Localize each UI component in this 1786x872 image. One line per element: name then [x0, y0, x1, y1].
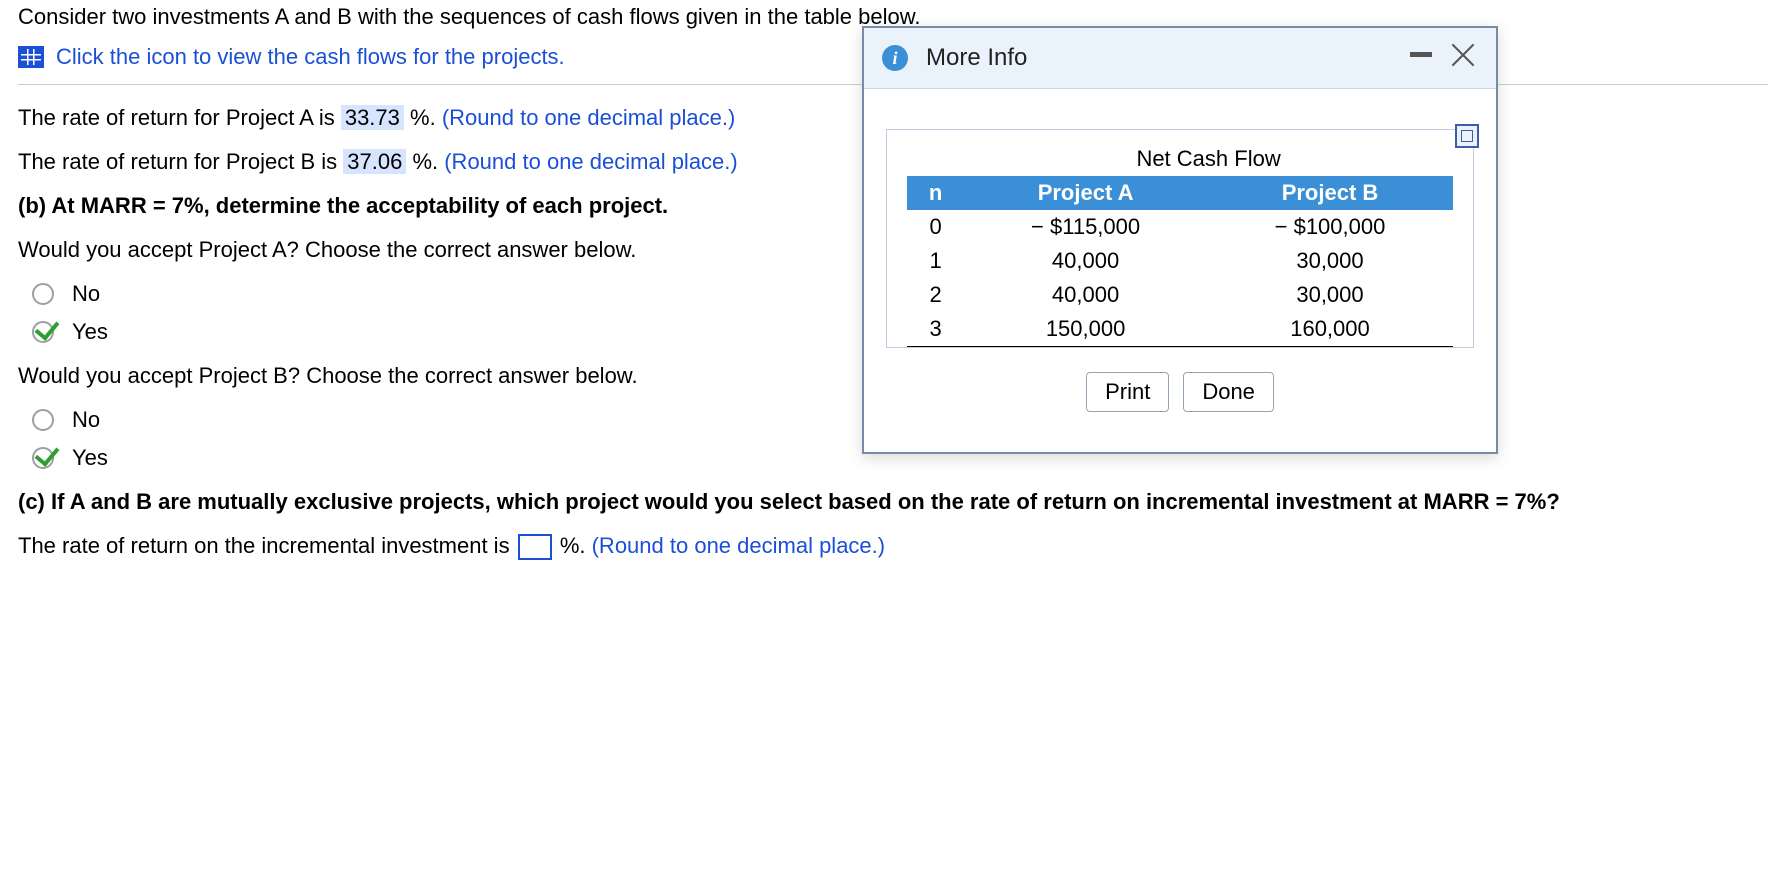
expand-table-icon[interactable]	[1455, 124, 1479, 148]
radio-icon-checked	[32, 447, 54, 469]
cell-n: 0	[907, 210, 964, 244]
ror-b-value: 37.06	[343, 149, 406, 174]
ror-a-value: 33.73	[341, 105, 404, 130]
table-row: 0 − $115,000 − $100,000	[907, 210, 1453, 244]
cashflow-link-text: Click the icon to view the cash flows fo…	[56, 44, 565, 70]
cell-b: 30,000	[1207, 244, 1453, 278]
incr-suffix: %.	[560, 533, 592, 558]
cell-n: 2	[907, 278, 964, 312]
table-row: 3 150,000 160,000	[907, 312, 1453, 347]
table-icon	[18, 46, 44, 68]
incremental-line: The rate of return on the incremental in…	[18, 533, 1768, 560]
ror-a-prefix: The rate of return for Project A is	[18, 105, 341, 130]
close-icon[interactable]	[1448, 40, 1478, 70]
cell-a: − $115,000	[964, 210, 1207, 244]
cell-a: 40,000	[964, 278, 1207, 312]
cell-b: − $100,000	[1207, 210, 1453, 244]
ror-a-suffix: %.	[410, 105, 442, 130]
part-b-label: (b) At MARR = 7%, determine the acceptab…	[18, 193, 668, 218]
modal-body: Net Cash Flow n Project A Project B 0 − …	[864, 89, 1496, 452]
modal-title: More Info	[926, 44, 1027, 72]
part-c-label: (c) If A and B are mutually exclusive pr…	[18, 489, 1560, 514]
table-container: Net Cash Flow n Project A Project B 0 − …	[886, 129, 1474, 348]
minimize-icon[interactable]	[1410, 52, 1432, 57]
radio-label-no: No	[72, 407, 100, 433]
cell-b: 160,000	[1207, 312, 1453, 347]
radio-icon	[32, 283, 54, 305]
th-project-a: Project A	[964, 176, 1207, 210]
radio-label-yes: Yes	[72, 319, 108, 345]
part-c-text: (c) If A and B are mutually exclusive pr…	[18, 489, 1768, 515]
incr-input[interactable]	[518, 534, 552, 560]
cashflow-table: Net Cash Flow n Project A Project B 0 − …	[907, 142, 1453, 347]
round-hint-b: (Round to one decimal place.)	[444, 149, 738, 174]
table-row: 2 40,000 30,000	[907, 278, 1453, 312]
incr-prefix: The rate of return on the incremental in…	[18, 533, 516, 558]
done-button[interactable]: Done	[1183, 372, 1274, 412]
radio-icon-checked	[32, 321, 54, 343]
info-icon: i	[882, 45, 908, 71]
cell-a: 40,000	[964, 244, 1207, 278]
modal-header: i More Info	[864, 28, 1496, 89]
ror-b-suffix: %.	[412, 149, 444, 174]
radio-label-yes: Yes	[72, 445, 108, 471]
round-hint-a: (Round to one decimal place.)	[442, 105, 736, 130]
print-button[interactable]: Print	[1086, 372, 1169, 412]
th-n: n	[907, 176, 964, 210]
radio-icon	[32, 409, 54, 431]
table-row: 1 40,000 30,000	[907, 244, 1453, 278]
cell-b: 30,000	[1207, 278, 1453, 312]
round-hint-c: (Round to one decimal place.)	[592, 533, 886, 558]
table-super-header: Net Cash Flow	[964, 142, 1453, 176]
more-info-modal: i More Info Net Cash Flow n Project A Pr…	[862, 26, 1498, 454]
modal-buttons: Print Done	[886, 348, 1474, 430]
th-project-b: Project B	[1207, 176, 1453, 210]
radio-label-no: No	[72, 281, 100, 307]
ror-b-prefix: The rate of return for Project B is	[18, 149, 343, 174]
cell-n: 3	[907, 312, 964, 347]
cell-a: 150,000	[964, 312, 1207, 347]
cell-n: 1	[907, 244, 964, 278]
